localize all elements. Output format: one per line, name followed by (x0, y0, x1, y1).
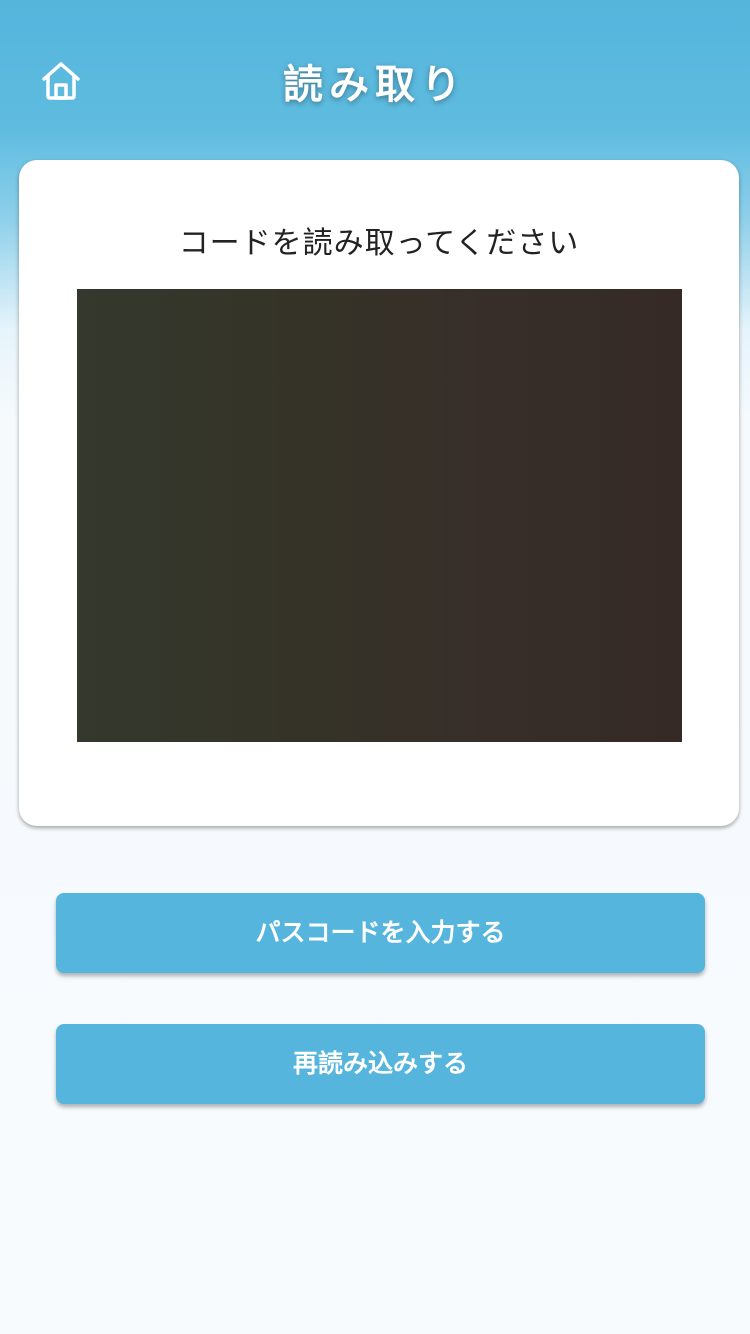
enter-passcode-button[interactable]: パスコードを入力する (56, 893, 705, 973)
camera-preview (77, 289, 682, 742)
scan-instruction: コードを読み取ってください (178, 226, 580, 261)
page-title: 読み取り (283, 62, 467, 108)
header: 読み取り (0, 0, 750, 160)
scanner-card: コードを読み取ってください (19, 160, 739, 826)
reload-button[interactable]: 再読み込みする (56, 1024, 705, 1104)
